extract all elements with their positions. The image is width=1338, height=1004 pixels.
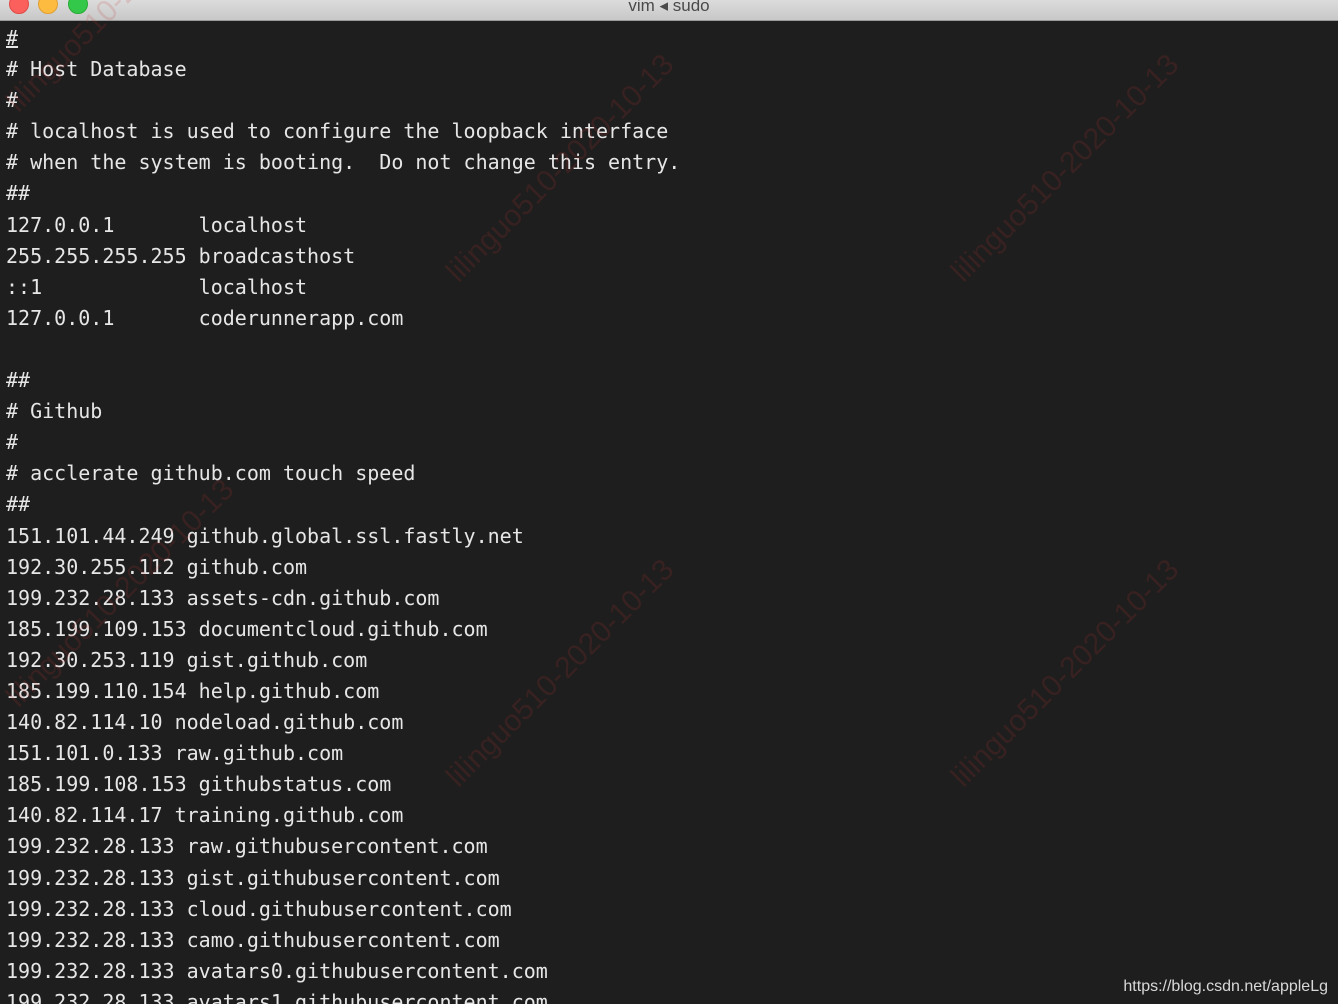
terminal-line: ::1 localhost	[6, 274, 308, 299]
terminal-line: ##	[6, 492, 31, 517]
terminal-line: 192.30.255.112 github.com	[6, 554, 308, 579]
terminal-line: # acclerate github.com touch speed	[6, 461, 416, 486]
terminal-window: vim ◂ sudo # # Host Database # # localho…	[0, 0, 1338, 1004]
terminal-line: 151.101.0.133 raw.github.com	[6, 741, 344, 766]
terminal-line: 199.232.28.133 camo.githubusercontent.co…	[6, 927, 500, 952]
terminal-line: 185.199.108.153 githubstatus.com	[6, 772, 392, 797]
window-title: vim ◂ sudo	[628, 0, 710, 15]
terminal-line: 192.30.253.119 gist.github.com	[6, 647, 368, 672]
terminal-line: # Github	[6, 399, 103, 424]
terminal-line: 140.82.114.10 nodeload.github.com	[6, 710, 404, 735]
terminal-line: #	[6, 88, 19, 113]
terminal-content[interactable]: # # Host Database # # localhost is used …	[6, 23, 1338, 1004]
terminal-line: 185.199.109.153 documentcloud.github.com	[6, 616, 488, 641]
terminal-line: 199.232.28.133 gist.githubusercontent.co…	[6, 865, 500, 890]
terminal-line: #	[6, 430, 19, 455]
terminal-line: 127.0.0.1 coderunnerapp.com	[6, 305, 404, 330]
terminal-line: 199.232.28.133 raw.githubusercontent.com	[6, 834, 488, 859]
terminal-line: 185.199.110.154 help.github.com	[6, 678, 380, 703]
terminal-line: #	[6, 23, 1338, 54]
terminal-line: 151.101.44.249 github.global.ssl.fastly.…	[6, 523, 524, 548]
terminal-line: 199.232.28.133 assets-cdn.github.com	[6, 585, 440, 610]
terminal-line: # when the system is booting. Do not cha…	[6, 150, 681, 175]
terminal-line: 140.82.114.17 training.github.com	[6, 803, 404, 828]
terminal-line: # localhost is used to configure the loo…	[6, 119, 669, 144]
title-bar[interactable]: vim ◂ sudo	[0, 0, 1338, 21]
terminal-line: 255.255.255.255 broadcasthost	[6, 243, 356, 268]
terminal-line: 199.232.28.133 cloud.githubusercontent.c…	[6, 896, 512, 921]
terminal-line: ##	[6, 181, 31, 206]
terminal-line: # Host Database	[6, 57, 187, 82]
text-cursor: #	[6, 26, 19, 50]
terminal-line: 127.0.0.1 localhost	[6, 212, 308, 237]
source-url: https://blog.csdn.net/appleLg	[1123, 978, 1328, 995]
terminal-line: ##	[6, 368, 31, 393]
